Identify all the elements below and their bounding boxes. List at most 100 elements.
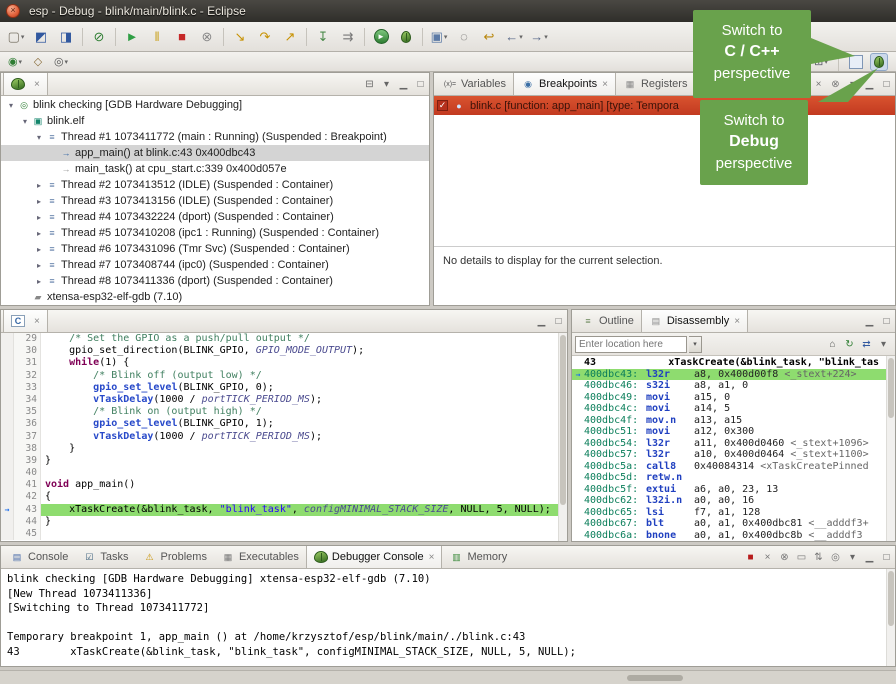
disassembly-row[interactable]: 400dbc46:s32ia8, a1, 0 — [572, 380, 895, 392]
code-text[interactable]: } — [41, 455, 567, 467]
collapse-all-icon[interactable]: ⊟ — [361, 73, 378, 95]
line-number[interactable]: 34 — [14, 394, 41, 406]
disassembly-row[interactable]: →400dbc43:l32ra8, 0x400d00f8 <_stext+224… — [572, 369, 895, 381]
gutter-marker[interactable] — [1, 443, 14, 455]
scroll-lock-icon[interactable]: ⇅ — [810, 546, 827, 568]
gutter-marker[interactable] — [1, 345, 14, 357]
maximize-view-button[interactable]: □ — [878, 546, 895, 568]
debug-tree-item[interactable]: ▸≡Thread #4 1073432224 (dport) (Suspende… — [1, 209, 429, 225]
horizontal-scrollbar-thumb[interactable] — [627, 675, 683, 681]
tree-expander-icon[interactable]: ▸ — [33, 197, 45, 206]
clear-console-icon[interactable]: ▭ — [793, 546, 810, 568]
view-menu-icon[interactable]: ▾ — [875, 339, 892, 350]
minimize-view-button[interactable]: ▁ — [533, 310, 550, 332]
gutter-marker[interactable] — [1, 431, 14, 443]
gutter-marker[interactable] — [1, 479, 14, 491]
disassembly-row[interactable]: 400dbc62:l32i.na0, a0, 16 — [572, 495, 895, 507]
open-element-button[interactable]: ◇ — [27, 53, 49, 71]
debug-tree-item[interactable]: ▾≡Thread #1 1073411772 (main : Running) … — [1, 129, 429, 145]
disassembly-row[interactable]: 400dbc5a:call80x40084314 <xTaskCreatePin… — [572, 461, 895, 473]
tree-expander-icon[interactable]: ▸ — [33, 245, 45, 254]
line-number[interactable]: 38 — [14, 443, 41, 455]
code-line[interactable]: 37 vTaskDelay(1000 / portTICK_PERIOD_MS)… — [1, 431, 567, 443]
minimize-view-button[interactable]: ▁ — [861, 546, 878, 568]
tab-console[interactable]: ▤Console — [3, 546, 75, 568]
code-text[interactable]: } — [41, 516, 567, 528]
terminate-icon[interactable]: ■ — [742, 546, 759, 568]
code-line[interactable]: 45 — [1, 528, 567, 540]
line-number[interactable]: 36 — [14, 418, 41, 430]
line-number[interactable]: 41 — [14, 479, 41, 491]
console-output[interactable]: blink checking [GDB Hardware Debugging] … — [1, 569, 895, 666]
code-line[interactable]: 30 gpio_set_direction(BLINK_GPIO, GPIO_M… — [1, 345, 567, 357]
maximize-view-button[interactable]: □ — [550, 310, 567, 332]
line-number[interactable]: 29 — [14, 333, 41, 345]
gutter-marker[interactable] — [1, 333, 14, 345]
disassembly-row[interactable]: 400dbc4c:movia14, 5 — [572, 403, 895, 415]
code-text[interactable]: /* Set the GPIO as a push/pull output */ — [41, 333, 567, 345]
code-line[interactable]: →43 xTaskCreate(&blink_task, "blink_task… — [1, 504, 567, 516]
debug-tree-item[interactable]: ▾◎blink checking [GDB Hardware Debugging… — [1, 97, 429, 113]
line-number[interactable]: 43 — [14, 504, 41, 516]
disassembly-vertical-scrollbar[interactable] — [886, 356, 895, 541]
disassembly-row[interactable]: 400dbc51:movia12, 0x300 — [572, 426, 895, 438]
line-number[interactable]: 37 — [14, 431, 41, 443]
code-text[interactable]: } — [41, 443, 567, 455]
code-line[interactable]: 40 — [1, 467, 567, 479]
line-number[interactable]: 35 — [14, 406, 41, 418]
code-line[interactable]: 31 while(1) { — [1, 357, 567, 369]
tree-expander-icon[interactable]: ▾ — [33, 133, 45, 142]
remove-launch-icon[interactable]: × — [759, 546, 776, 568]
tab-breakpoints[interactable]: ◉Breakpoints× — [513, 73, 616, 95]
gutter-marker[interactable] — [1, 370, 14, 382]
debug-tree-item[interactable]: →main_task() at cpu_start.c:339 0x400d05… — [1, 161, 429, 177]
gutter-marker[interactable] — [1, 455, 14, 467]
run-button[interactable]: ► — [369, 25, 393, 49]
debug-tree-item[interactable]: ▾▣blink.elf — [1, 113, 429, 129]
code-text[interactable]: vTaskDelay(1000 / portTICK_PERIOD_MS); — [41, 394, 567, 406]
tab-registers[interactable]: ▦Registers — [616, 73, 694, 95]
close-tab-icon[interactable]: × — [602, 79, 608, 90]
disassembly-row[interactable]: 400dbc4f:mov.na13, a15 — [572, 415, 895, 427]
gutter-marker[interactable] — [1, 467, 14, 479]
step-return-button[interactable]: ↗ — [278, 25, 302, 49]
tree-expander-icon[interactable]: ▸ — [33, 229, 45, 238]
line-number[interactable]: 42 — [14, 491, 41, 503]
line-number[interactable]: 32 — [14, 370, 41, 382]
disassembly-row[interactable]: 400dbc6a:bnonea0, a1, 0x400dbc8b <__addd… — [572, 530, 895, 542]
external-tools-button[interactable]: ◉▾ — [4, 53, 26, 71]
disconnect-button[interactable]: ⊗ — [195, 25, 219, 49]
code-text[interactable]: vTaskDelay(1000 / portTICK_PERIOD_MS); — [41, 431, 567, 443]
minimize-view-button[interactable]: ▁ — [861, 310, 878, 332]
tab-executables[interactable]: ▦Executables — [214, 546, 306, 568]
horizontal-sash[interactable] — [0, 542, 896, 545]
vertical-sash[interactable] — [430, 72, 433, 306]
instruction-stepping-button[interactable]: ⇉ — [336, 25, 360, 49]
disassembly-row[interactable]: 400dbc67:blta0, a1, 0x400dbc81 <__adddf3… — [572, 518, 895, 530]
tab-variables[interactable]: (x)=Variables — [436, 73, 513, 95]
debug-tree-item[interactable]: ▸≡Thread #5 1073410208 (ipc1 : Running) … — [1, 225, 429, 241]
location-input[interactable] — [575, 336, 687, 353]
instruction-pointer-icon[interactable]: → — [1, 504, 14, 516]
disassembly-row[interactable]: 400dbc65:lsif7, a1, 128 — [572, 507, 895, 519]
tree-expander-icon[interactable]: ▾ — [19, 117, 31, 126]
tree-expander-icon[interactable]: ▸ — [33, 213, 45, 222]
line-number[interactable]: 33 — [14, 382, 41, 394]
vertical-sash[interactable] — [568, 309, 571, 542]
tab-tasks[interactable]: ☑Tasks — [75, 546, 135, 568]
code-line[interactable]: 41void app_main() — [1, 479, 567, 491]
code-text[interactable]: while(1) { — [41, 357, 567, 369]
gutter-marker[interactable] — [1, 394, 14, 406]
code-text[interactable]: /* Blink off (output low) */ — [41, 370, 567, 382]
suspend-button[interactable]: ‖ — [145, 25, 169, 49]
close-tab-icon[interactable]: × — [34, 79, 40, 90]
tab-debug[interactable]: × — [3, 73, 48, 95]
debug-tree-item[interactable]: →app_main() at blink.c:43 0x400dbc43 — [1, 145, 429, 161]
close-tab-icon[interactable]: × — [34, 316, 40, 327]
scrollbar-thumb[interactable] — [888, 571, 894, 626]
tree-expander-icon[interactable]: ▸ — [33, 261, 45, 270]
gutter-marker[interactable] — [1, 516, 14, 528]
save-button[interactable]: ◩ — [29, 25, 53, 49]
line-number[interactable]: 39 — [14, 455, 41, 467]
skip-all-breakpoints-button[interactable]: ⊘ — [87, 25, 111, 49]
